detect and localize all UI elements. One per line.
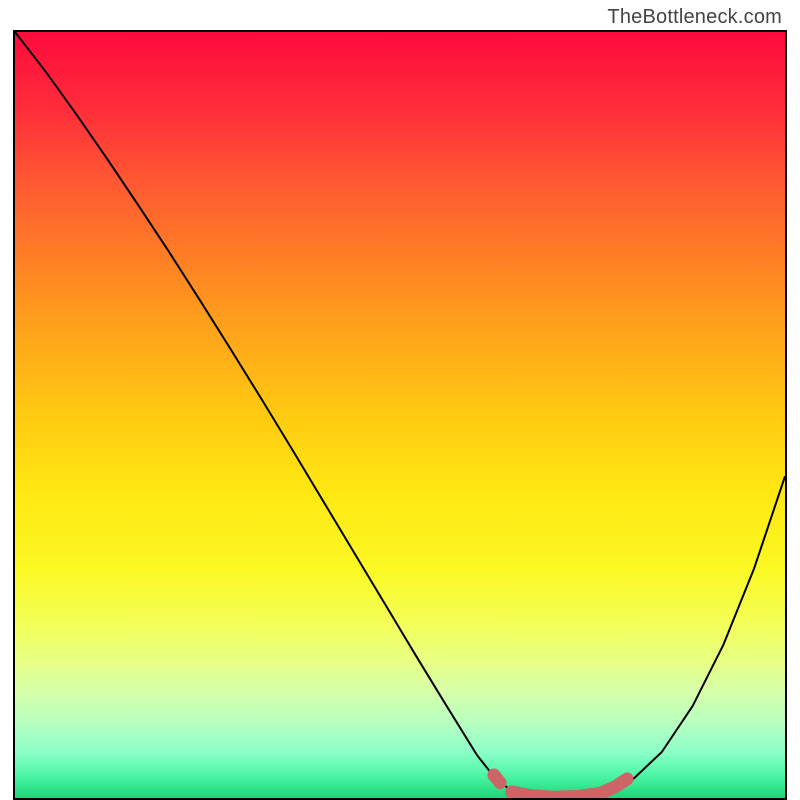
chart-plot [15, 32, 785, 798]
highlight-segment [512, 779, 627, 797]
optimal-range-highlight [494, 775, 627, 797]
highlight-segment [494, 775, 500, 783]
bottleneck-curve-line [15, 32, 785, 797]
watermark-text: TheBottleneck.com [607, 6, 782, 29]
chart-frame [13, 30, 787, 800]
